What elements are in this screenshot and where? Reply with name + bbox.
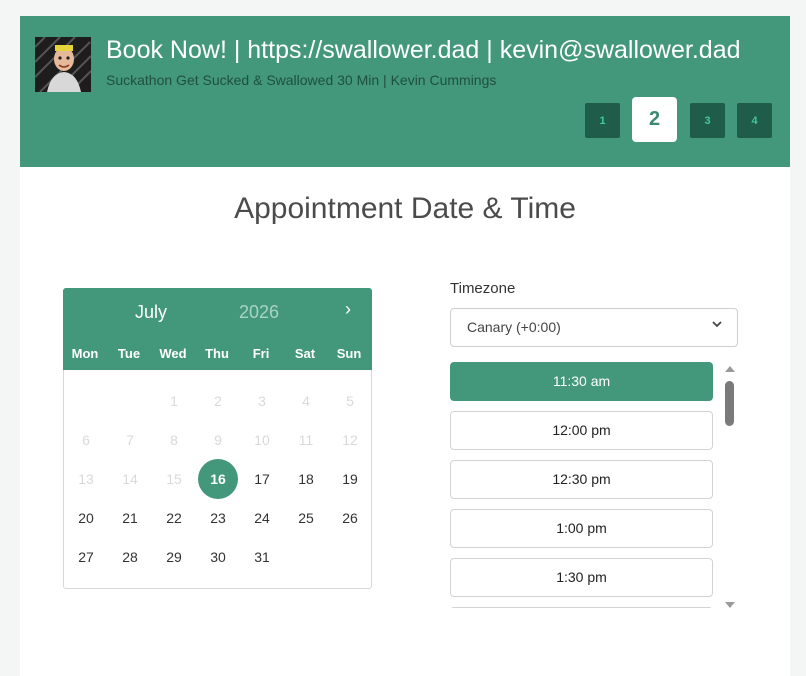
calendar-day[interactable]: 19: [330, 459, 370, 499]
weekday-sat: Sat: [294, 346, 316, 361]
scroll-thumb[interactable]: [725, 381, 734, 426]
chevron-down-icon: [711, 317, 723, 333]
scroll-down-icon[interactable]: [725, 602, 735, 608]
calendar-day: 5: [346, 393, 354, 409]
chevron-right-icon[interactable]: ›: [345, 299, 351, 320]
calendar-day: 11: [298, 432, 314, 448]
calendar-day: 1: [170, 393, 178, 409]
time-slot-button[interactable]: 1:00 pm: [450, 509, 713, 548]
calendar-day: 6: [82, 432, 90, 448]
calendar-day[interactable]: 26: [330, 498, 370, 538]
calendar-day: 4: [302, 393, 310, 409]
calendar-day[interactable]: 21: [110, 498, 150, 538]
calendar-day: 10: [254, 432, 270, 448]
calendar: July 2026 › Mon Tue Wed Thu Fri Sat Sun …: [63, 288, 372, 589]
time-slot-scrollbar[interactable]: [722, 366, 736, 611]
calendar-header: July 2026 › Mon Tue Wed Thu Fri Sat Sun: [63, 288, 372, 370]
weekday-tue: Tue: [117, 346, 141, 361]
weekday-wed: Wed: [159, 346, 187, 361]
header-subtitle: Suckathon Get Sucked & Swallowed 30 Min …: [106, 72, 497, 88]
time-slot-button[interactable]: 12:30 pm: [450, 460, 713, 499]
page-title: Appointment Date & Time: [234, 192, 576, 225]
time-slot-button[interactable]: 12:00 pm: [450, 411, 713, 450]
calendar-day[interactable]: 20: [66, 498, 106, 538]
step-indicator: 1 2 3 4: [20, 97, 790, 143]
calendar-day: 14: [122, 471, 138, 487]
time-slot-button[interactable]: 11:30 am: [450, 362, 713, 401]
calendar-day[interactable]: 22: [154, 498, 194, 538]
calendar-day: 7: [126, 432, 134, 448]
booking-card: Book Now! | https://swallower.dad | kevi…: [20, 16, 790, 676]
calendar-day: 9: [214, 432, 222, 448]
avatar: [35, 37, 91, 92]
weekday-mon: Mon: [71, 346, 99, 361]
weekday-thu: Thu: [205, 346, 229, 361]
timezone-select[interactable]: Canary (+0:00): [450, 308, 738, 347]
calendar-day: 15: [166, 471, 182, 487]
calendar-day: 12: [342, 432, 358, 448]
calendar-month[interactable]: July: [135, 302, 167, 323]
calendar-day[interactable]: 27: [66, 537, 106, 577]
calendar-day: 13: [78, 471, 94, 487]
calendar-day[interactable]: 24: [242, 498, 282, 538]
weekday-fri: Fri: [252, 346, 270, 361]
calendar-day[interactable]: 29: [154, 537, 194, 577]
calendar-day[interactable]: 17: [242, 459, 282, 499]
step-4-button[interactable]: 4: [737, 103, 772, 138]
calendar-day[interactable]: 23: [198, 498, 238, 538]
booking-header: Book Now! | https://swallower.dad | kevi…: [20, 16, 790, 167]
timezone-value: Canary (+0:00): [467, 319, 561, 335]
time-slot-button-partial[interactable]: [450, 607, 713, 608]
calendar-day: 3: [258, 393, 266, 409]
step-3-button[interactable]: 3: [690, 103, 725, 138]
header-title: Book Now! | https://swallower.dad | kevi…: [106, 36, 741, 64]
calendar-day[interactable]: 25: [286, 498, 326, 538]
step-2-button[interactable]: 2: [632, 97, 677, 142]
calendar-day: 2: [214, 393, 222, 409]
calendar-day: 8: [170, 432, 178, 448]
weekday-sun: Sun: [336, 346, 362, 361]
calendar-day[interactable]: 28: [110, 537, 150, 577]
scroll-up-icon[interactable]: [725, 366, 735, 372]
time-slot-button[interactable]: 1:30 pm: [450, 558, 713, 597]
calendar-day[interactable]: 31: [242, 537, 282, 577]
calendar-day[interactable]: 18: [286, 459, 326, 499]
step-1-button[interactable]: 1: [585, 103, 620, 138]
calendar-year[interactable]: 2026: [239, 302, 279, 323]
timezone-label: Timezone: [450, 280, 516, 297]
calendar-day[interactable]: 16: [198, 459, 238, 499]
time-slot-list: 11:30 am 12:00 pm 12:30 pm 1:00 pm 1:30 …: [450, 362, 714, 608]
calendar-day[interactable]: 30: [198, 537, 238, 577]
